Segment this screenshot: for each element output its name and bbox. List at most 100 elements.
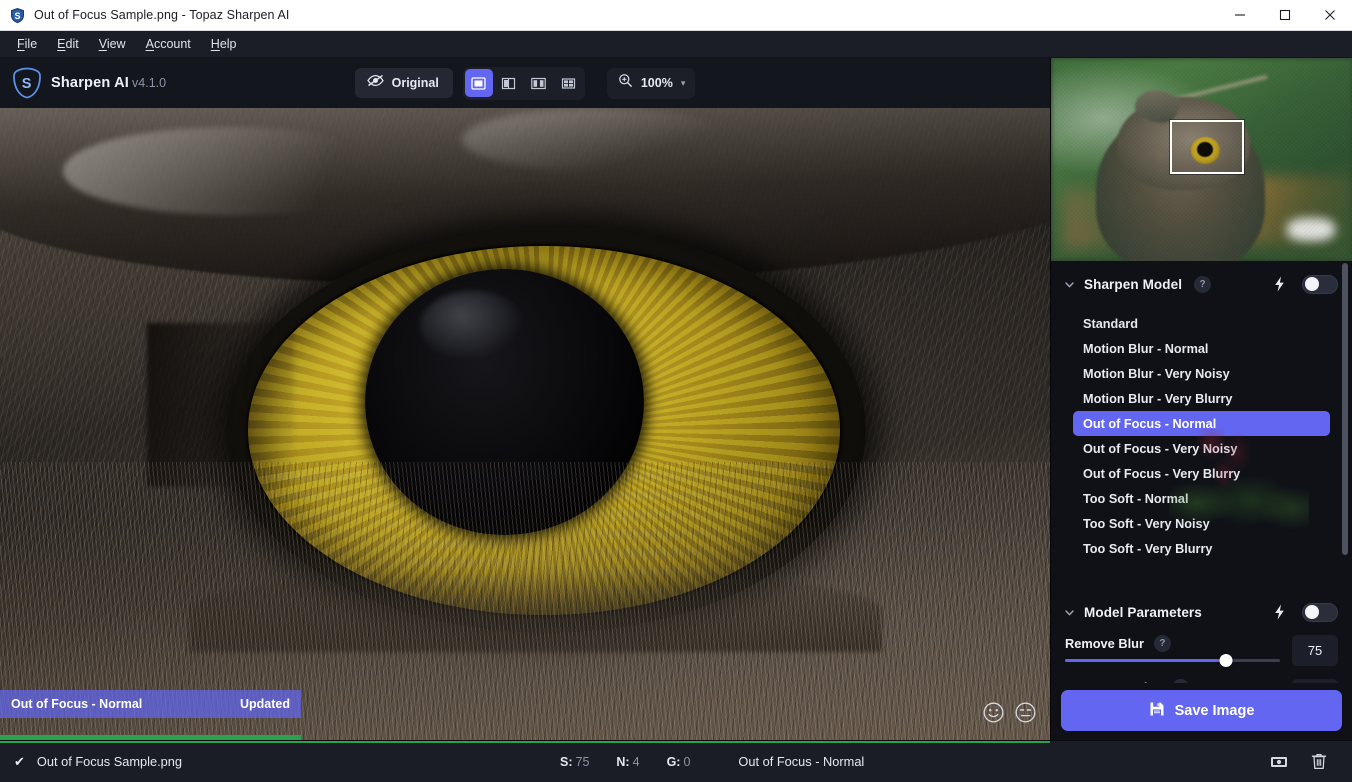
status-file-block: ✔ Out of Focus Sample.png [0, 754, 560, 770]
image-canvas[interactable]: Out of Focus - Normal Updated [0, 108, 1050, 740]
feedback-positive-button[interactable] [981, 700, 1006, 725]
view-mode-grid[interactable] [555, 69, 583, 97]
smiley-happy-icon [982, 701, 1005, 724]
viewport-indicator[interactable] [1170, 120, 1244, 174]
editor-area: S Sharpen AI v4.1.0 [0, 58, 1050, 740]
sharpen-model-auto-icon[interactable] [1273, 276, 1286, 292]
menu-help[interactable]: Help [201, 34, 247, 54]
minimize-button[interactable] [1217, 0, 1262, 31]
app-toolbar: S Sharpen AI v4.1.0 [0, 58, 1050, 108]
model-option-standard[interactable]: Standard [1073, 311, 1330, 336]
view-mode-group [463, 67, 585, 100]
model-parameters-collapse-icon[interactable] [1063, 606, 1076, 619]
zoom-control[interactable]: 100% ▾ [607, 68, 696, 99]
delete-button[interactable] [1308, 751, 1330, 773]
settings-scrollbar[interactable] [1342, 263, 1348, 555]
menu-label-rest: ile [25, 37, 38, 51]
status-model-label: Out of Focus - Normal [738, 754, 864, 769]
model-option-motion-blur-very-noisy[interactable]: Motion Blur - Very Noisy [1073, 361, 1330, 386]
model-parameters-title: Model Parameters [1084, 605, 1202, 620]
model-option-out-of-focus-very-blurry[interactable]: Out of Focus - Very Blurry [1073, 461, 1330, 486]
save-disk-icon [1149, 701, 1165, 721]
suppress-noise-value[interactable]: 4 [1292, 679, 1338, 683]
sharpen-model-list: Standard Motion Blur - Normal Motion Blu… [1051, 307, 1352, 571]
brand-name: Sharpen AI [51, 75, 129, 91]
status-stat-grain-key: G: [667, 755, 681, 769]
remove-blur-help-icon[interactable]: ? [1154, 635, 1171, 652]
status-stats: S:75 N:4 G:0 [560, 755, 690, 769]
model-parameters-auto-toggle[interactable] [1302, 603, 1338, 622]
remove-blur-slider[interactable] [1065, 659, 1280, 662]
maximize-button[interactable] [1262, 0, 1307, 31]
sharpen-model-title: Sharpen Model [1084, 277, 1182, 292]
view-mode-split[interactable] [495, 69, 523, 97]
view-mode-side-by-side[interactable] [525, 69, 553, 97]
title-bar: S Out of Focus Sample.png - Topaz Sharpe… [0, 0, 1352, 31]
original-toggle-button[interactable]: Original [355, 68, 453, 98]
owl-eye-photo [0, 108, 1050, 740]
remove-blur-head: Remove Blur ? [1065, 635, 1280, 652]
right-panel: Sharpen Model ? Standard Motion Blur - N… [1050, 58, 1352, 740]
original-label: Original [392, 76, 439, 90]
save-image-button[interactable]: Save Image [1061, 690, 1342, 731]
status-stat-sharpen-value: 75 [576, 755, 590, 769]
sharpen-ai-logo-icon: S [12, 67, 42, 99]
view-mode-single[interactable] [465, 69, 493, 97]
model-option-out-of-focus-very-noisy[interactable]: Out of Focus - Very Noisy [1073, 436, 1330, 461]
single-pane-icon [471, 76, 486, 91]
menu-edit[interactable]: Edit [47, 34, 89, 54]
model-option-too-soft-very-noisy[interactable]: Too Soft - Very Noisy [1073, 511, 1330, 536]
sharpen-model-help-icon[interactable]: ? [1194, 276, 1211, 293]
suppress-noise-head: Suppress Noise ? [1065, 679, 1280, 683]
status-filename[interactable]: Out of Focus Sample.png [37, 754, 182, 769]
compare-image-button[interactable] [1268, 751, 1290, 773]
menu-bar: File Edit View Account Help [0, 31, 1352, 58]
model-option-motion-blur-normal[interactable]: Motion Blur - Normal [1073, 336, 1330, 361]
menu-account[interactable]: Account [136, 34, 201, 54]
smiley-neutral-icon [1014, 701, 1037, 724]
menu-view[interactable]: View [89, 34, 136, 54]
sharpen-model-collapse-icon[interactable] [1063, 278, 1076, 291]
brand-block: S Sharpen AI v4.1.0 [12, 67, 166, 99]
status-stat-sharpen-key: S: [560, 755, 573, 769]
model-parameters-header: Model Parameters [1051, 589, 1352, 635]
close-button[interactable] [1307, 0, 1352, 31]
status-stat-sharpen: S:75 [560, 755, 589, 769]
sharpen-model-auto-toggle[interactable] [1302, 275, 1338, 294]
menu-accel: A [146, 37, 154, 51]
feedback-negative-button[interactable] [1013, 700, 1038, 725]
application-window: S Out of Focus Sample.png - Topaz Sharpe… [0, 0, 1352, 782]
settings-scroll-area: Sharpen Model ? Standard Motion Blur - N… [1051, 261, 1352, 683]
status-stat-noise-key: N: [616, 755, 629, 769]
eye-slash-icon [367, 74, 384, 92]
model-parameters-auto-icon[interactable] [1273, 604, 1286, 620]
status-bar: ✔ Out of Focus Sample.png S:75 N:4 G:0 O… [0, 740, 1352, 782]
model-option-out-of-focus-normal[interactable]: Out of Focus - Normal [1073, 411, 1330, 436]
status-stat-grain: G:0 [667, 755, 691, 769]
navigator-thumbnail[interactable] [1051, 58, 1352, 261]
checkmark-icon: ✔ [14, 754, 25, 770]
menu-file[interactable]: File [7, 34, 47, 54]
magnifier-plus-icon [618, 73, 633, 93]
menu-accel: H [211, 37, 220, 51]
menu-label-rest: dit [66, 37, 79, 51]
save-image-label: Save Image [1175, 703, 1255, 719]
brand-version: v4.1.0 [132, 76, 166, 90]
suppress-noise-help-icon[interactable]: ? [1172, 679, 1189, 683]
sharpen-model-header: Sharpen Model ? [1051, 261, 1352, 307]
model-option-motion-blur-very-blurry[interactable]: Motion Blur - Very Blurry [1073, 386, 1330, 411]
status-progress-line [0, 741, 1050, 743]
remove-blur-value[interactable]: 75 [1292, 635, 1338, 666]
split-pane-icon [501, 76, 516, 91]
remove-blur-slider-col: Remove Blur ? [1065, 635, 1280, 662]
menu-label-rest: iew [107, 37, 126, 51]
columns-icon [531, 76, 546, 91]
model-option-too-soft-normal[interactable]: Too Soft - Normal [1073, 486, 1330, 511]
model-option-too-soft-very-blurry[interactable]: Too Soft - Very Blurry [1073, 536, 1330, 561]
zoom-level-label: 100% [640, 76, 674, 90]
minimize-icon [1234, 9, 1246, 21]
topaz-shield-icon: S [9, 7, 26, 24]
menu-accel: V [99, 37, 107, 51]
main-body: S Sharpen AI v4.1.0 [0, 58, 1352, 740]
preview-badge-status: Updated [240, 697, 290, 711]
